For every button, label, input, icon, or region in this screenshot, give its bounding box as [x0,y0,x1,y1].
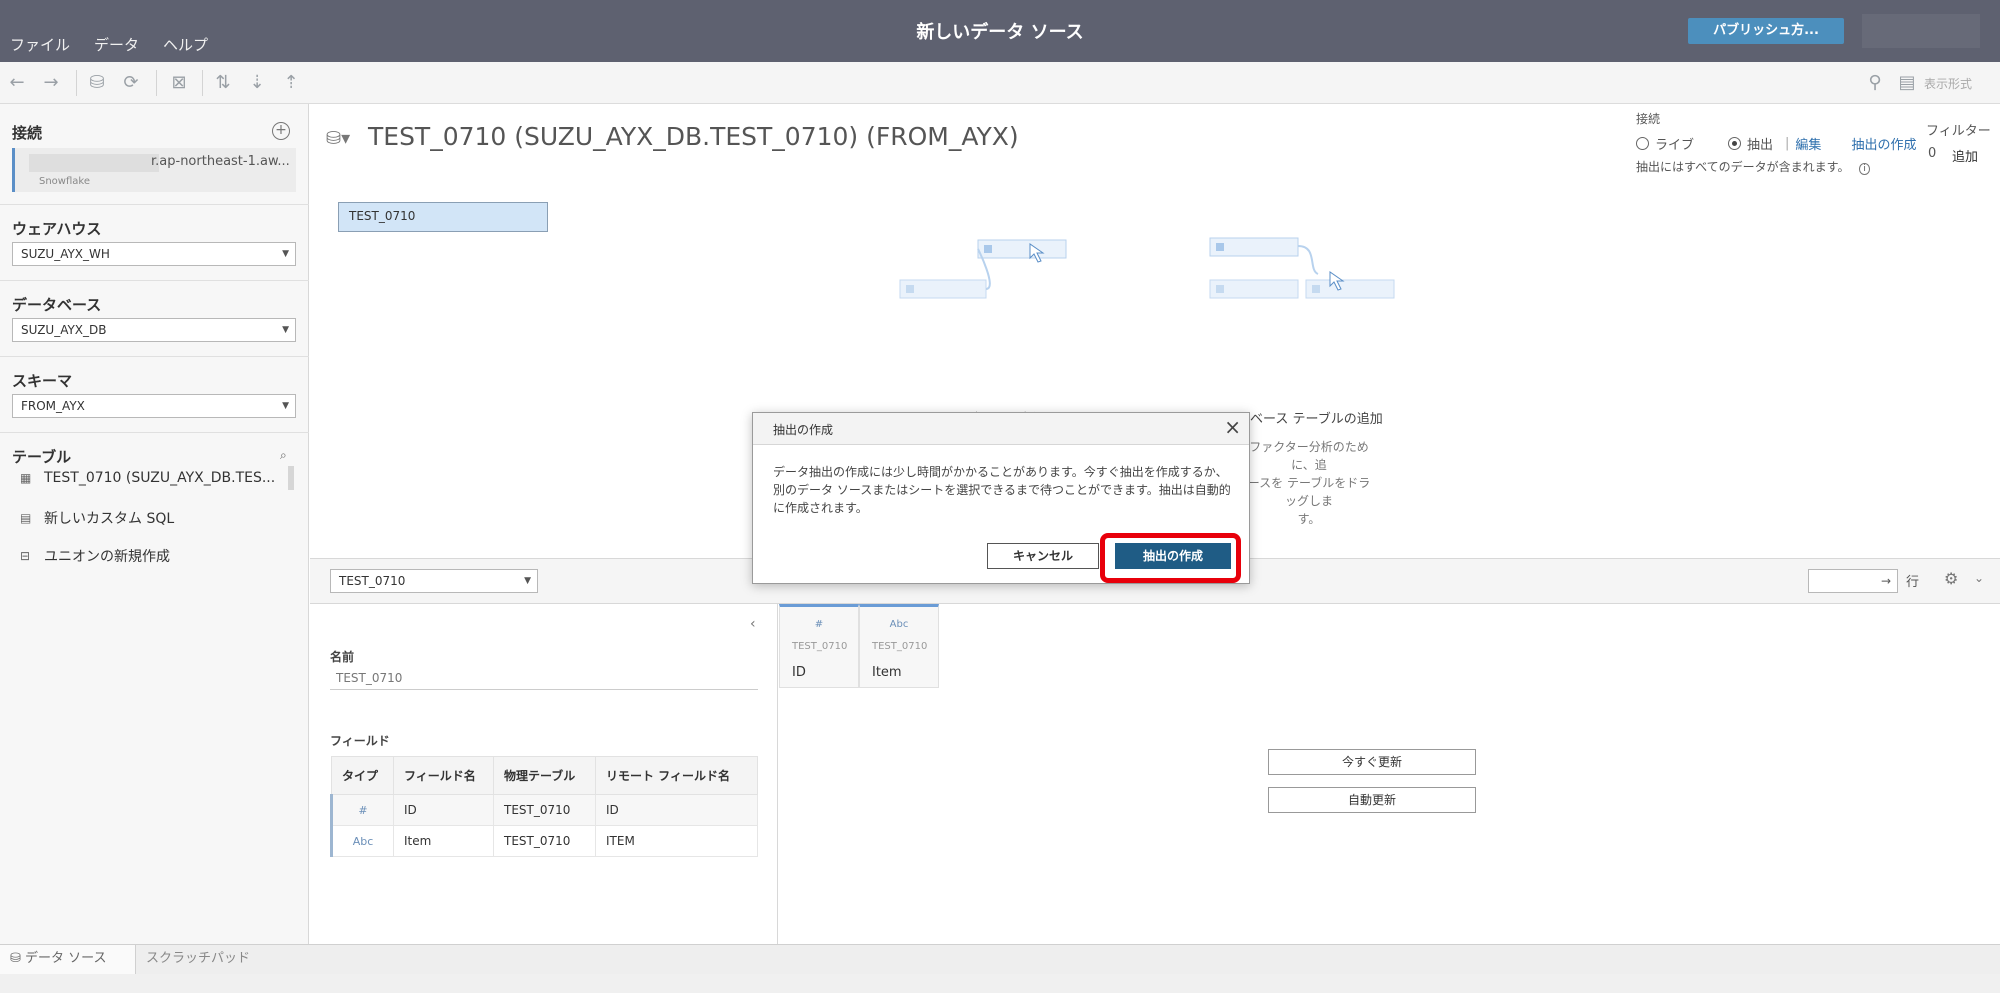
dialog-title: 抽出の作成 [773,423,834,437]
modal-overlay: 抽出の作成 × データ抽出の作成には少し時間がかかることがあります。今すぐ抽出を… [0,0,2000,993]
close-icon[interactable]: × [1224,415,1241,439]
dialog-header: 抽出の作成 × [753,413,1249,445]
dialog-message: データ抽出の作成には少し時間がかかることがあります。今すぐ抽出を作成するか、別の… [773,465,1231,515]
highlight-annotation [1100,533,1241,583]
cancel-button[interactable]: キャンセル [987,543,1099,569]
